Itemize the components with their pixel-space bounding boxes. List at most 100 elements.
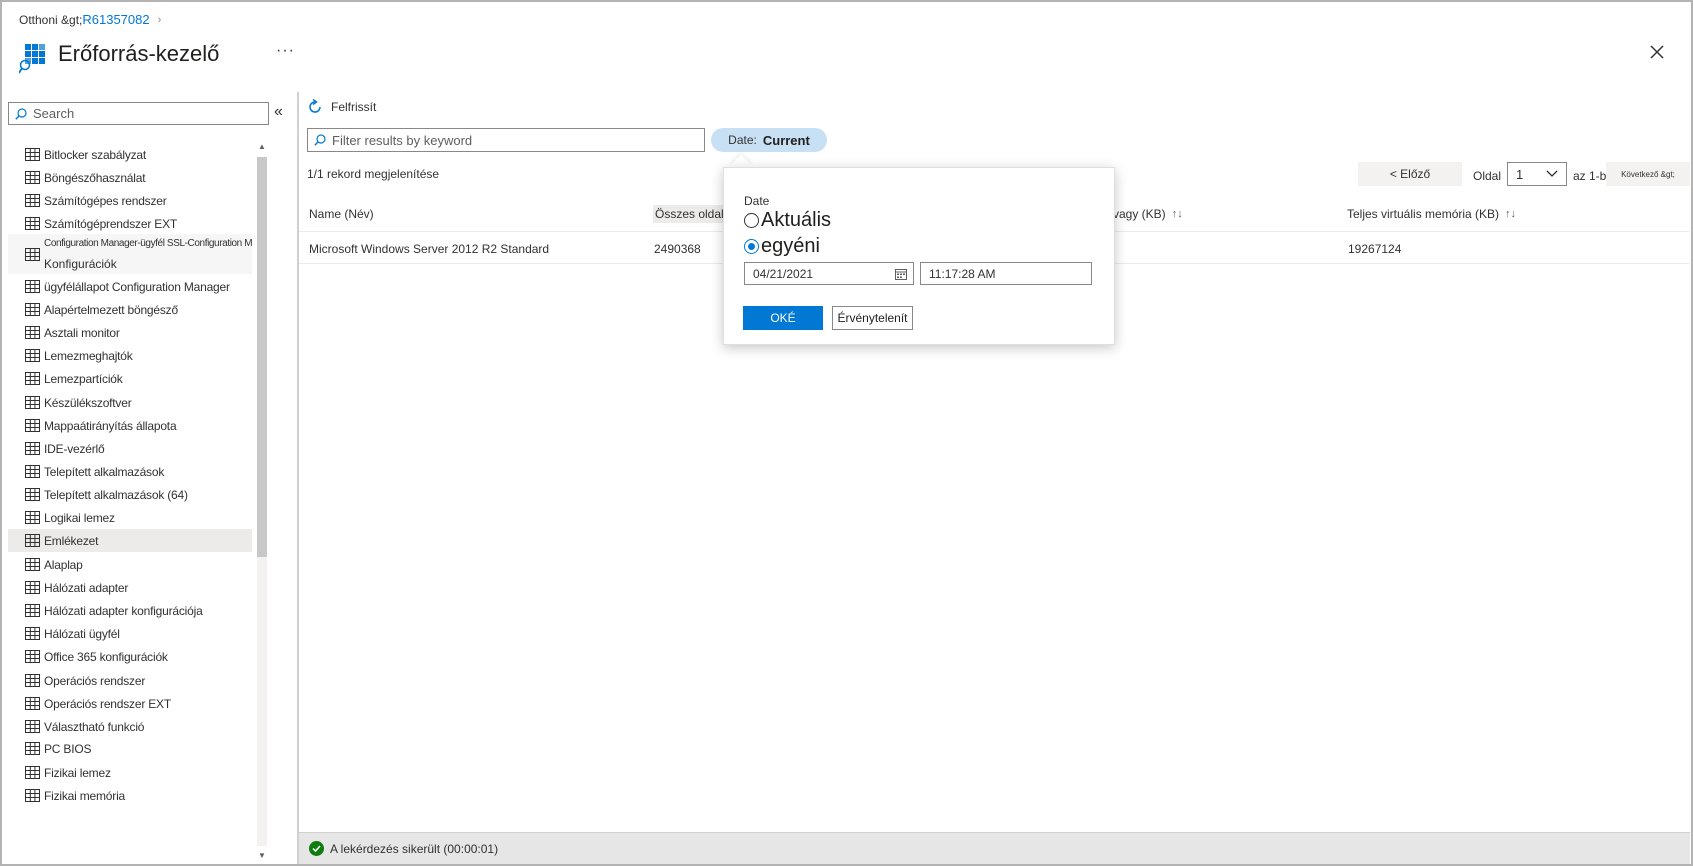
radio-custom-label: egyéni <box>761 235 820 257</box>
table-icon <box>25 303 40 316</box>
sidebar-item[interactable]: Alaplap <box>8 553 252 576</box>
breadcrumb-home[interactable]: Otthoni &gt; <box>19 13 82 27</box>
table-icon <box>25 372 40 385</box>
status-message: A lekérdezés sikerült (00:00:01) <box>330 841 499 856</box>
sidebar-item[interactable]: Emlékezet <box>8 529 252 552</box>
radio-current-circle[interactable] <box>744 213 759 228</box>
refresh-button[interactable]: Felfrissít <box>307 99 376 115</box>
sidebar-item[interactable]: Hálózati adapter <box>8 576 252 599</box>
sort-icon[interactable]: ↑↓ <box>1172 208 1183 220</box>
table-icon <box>25 789 40 802</box>
sidebar-search[interactable] <box>8 102 269 125</box>
more-options-button[interactable]: ··· <box>276 42 295 60</box>
previous-page-button[interactable]: < Előző <box>1358 162 1462 186</box>
sidebar-item[interactable]: Telepített alkalmazások (64) <box>8 483 252 506</box>
table-icon <box>25 511 40 524</box>
sidebar-item-label-line2: Konfigurációk <box>44 257 117 271</box>
sidebar-item[interactable]: Mappaátirányítás állapota <box>8 414 252 437</box>
table-icon <box>25 349 40 362</box>
sidebar-item-label: Fizikai memória <box>44 788 126 803</box>
date-pill-key: Date: <box>728 133 757 147</box>
sidebar-item-label: Emlékezet <box>44 533 99 548</box>
search-icon <box>15 107 27 120</box>
page-label: Oldal <box>1473 169 1502 183</box>
sidebar-item[interactable]: Választható funkció <box>8 715 252 738</box>
sidebar-item[interactable]: Lemezpartíciók <box>8 367 252 390</box>
column-header-size[interactable]: vagy (KB) ↑↓ <box>1113 207 1183 221</box>
filter-box[interactable] <box>307 128 705 152</box>
sidebar-item[interactable]: Hálózati ügyfél <box>8 622 252 645</box>
success-check-icon <box>309 841 324 856</box>
radio-current[interactable]: Aktuális <box>744 209 831 232</box>
table-icon <box>25 465 40 478</box>
sidebar-item-label: Operációs rendszer EXT <box>44 696 171 711</box>
sidebar-item[interactable]: Operációs rendszer EXT <box>8 692 252 715</box>
sidebar-item[interactable]: PC BIOS <box>8 737 252 760</box>
sidebar-item[interactable]: Logikai lemez <box>8 506 252 529</box>
column-header-total[interactable]: Összes oldal <box>653 205 726 223</box>
calendar-icon[interactable] <box>895 268 907 280</box>
sidebar-item[interactable]: Office 365 konfigurációk <box>8 645 252 668</box>
date-popup-label: Date <box>744 194 770 208</box>
sidebar-item[interactable]: Hálózati adapter konfigurációja <box>8 599 252 622</box>
sidebar-item-label: Készülékszoftver <box>44 395 132 410</box>
sidebar-item[interactable]: Fizikai lemez <box>8 761 252 784</box>
sidebar-nav: Bitlocker szabályzat Böngészőhasználat Szá… <box>8 141 252 863</box>
resource-explorer-icon <box>19 44 45 74</box>
table-icon <box>25 148 40 161</box>
sidebar-item[interactable]: IDE-vezérlő <box>8 437 252 460</box>
sidebar-item-label: Hálózati adapter konfigurációja <box>44 603 203 618</box>
table-icon <box>25 650 40 663</box>
table-icon <box>25 766 40 779</box>
sidebar-item[interactable]: Configuration Manager-ügyfél SSL-Configu… <box>8 234 252 274</box>
scroll-up-icon[interactable]: ▲ <box>257 141 267 153</box>
cell-name[interactable]: Microsoft Windows Server 2012 R2 Standar… <box>309 242 549 256</box>
table-icon <box>25 194 40 207</box>
sidebar-item[interactable]: Készülékszoftver <box>8 391 252 414</box>
cancel-button[interactable]: Érvénytelenít <box>832 306 913 330</box>
column-header-virtual[interactable]: Teljes virtuális memória (KB) ↑↓ <box>1347 207 1516 221</box>
sidebar-item[interactable]: Lemezmeghajtók <box>8 344 252 367</box>
ok-button[interactable]: OKÉ <box>743 306 823 330</box>
table-icon <box>25 558 40 571</box>
sidebar-item-label: Hálózati adapter <box>44 580 129 595</box>
radio-custom-circle[interactable] <box>744 239 759 254</box>
sidebar-item[interactable]: Fizikai memória <box>8 784 252 807</box>
table-icon <box>25 581 40 594</box>
sidebar-item[interactable]: Számítógéprendszer EXT <box>8 212 252 235</box>
table-icon <box>25 280 40 293</box>
search-input[interactable] <box>33 106 253 121</box>
breadcrumb-resource[interactable]: R61357082 <box>82 12 149 27</box>
sidebar-scrollbar[interactable]: ▲ ▼ <box>255 141 267 862</box>
sidebar-item[interactable]: Bitlocker szabályzat <box>8 143 252 166</box>
date-filter-pill[interactable]: Date: Current <box>711 128 827 152</box>
sidebar-item[interactable]: Telepített alkalmazások <box>8 460 252 483</box>
sidebar-item[interactable]: ügyfélállapot Configuration Manager <box>8 275 252 298</box>
next-page-button[interactable]: Következő &gt; <box>1606 162 1690 186</box>
date-input[interactable]: 04/21/2021 <box>744 262 914 285</box>
table-icon <box>25 674 40 687</box>
sidebar-item[interactable]: Asztali monitor <box>8 321 252 344</box>
sidebar-item[interactable]: Böngészőhasználat <box>8 166 252 189</box>
collapse-panel-button[interactable]: « <box>274 103 283 121</box>
sidebar-item[interactable]: Operációs rendszer <box>8 669 252 692</box>
breadcrumb: Otthoni &gt; R61357082 › <box>19 12 161 27</box>
sidebar-item-label: Fizikai lemez <box>44 765 111 780</box>
column-header-name[interactable]: Name (Név) <box>309 207 374 221</box>
page-select[interactable]: 1 <box>1507 162 1567 186</box>
close-icon[interactable] <box>1645 40 1669 64</box>
sidebar-item[interactable]: Alapértelmezett böngésző <box>8 298 252 321</box>
scroll-down-icon[interactable]: ▼ <box>257 850 267 862</box>
radio-custom[interactable]: egyéni <box>744 235 820 258</box>
filter-input[interactable] <box>332 132 692 148</box>
sidebar-item[interactable]: Számítógépes rendszer <box>8 189 252 212</box>
panel-divider <box>297 92 299 864</box>
time-input[interactable]: 11:17:28 AM <box>920 262 1092 285</box>
status-bar: A lekérdezés sikerült (00:00:01) <box>299 832 1690 864</box>
sidebar-item-label: PC BIOS <box>44 741 92 756</box>
scrollbar-thumb[interactable] <box>257 157 267 557</box>
cell-virtual: 19267124 <box>1348 242 1402 256</box>
sidebar-item-label: Számítógépes rendszer <box>44 193 167 208</box>
sidebar-item-label: ügyfélállapot Configuration Manager <box>44 279 230 294</box>
sort-icon[interactable]: ↑↓ <box>1505 208 1516 220</box>
